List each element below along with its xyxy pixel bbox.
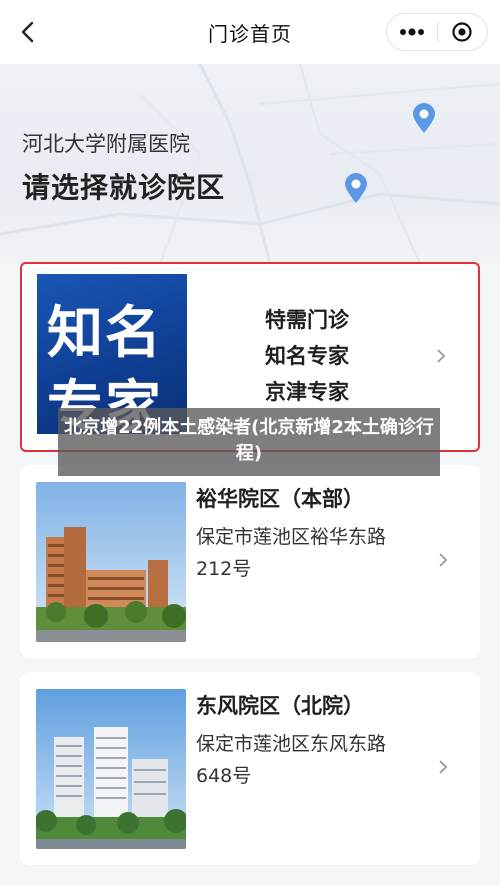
service-list: 特需门诊 知名专家 京津专家 xyxy=(265,302,349,410)
more-dots-icon xyxy=(399,28,424,36)
map-pin-icon xyxy=(345,173,367,203)
back-button[interactable] xyxy=(14,18,42,46)
campus-building-image xyxy=(36,689,186,849)
news-caption-overlay: 北京增22例本土感染者(北京新增2本土确诊行程) xyxy=(58,408,440,476)
campus-building-image xyxy=(36,482,186,642)
service-item: 京津专家 xyxy=(265,380,349,404)
mini-program-capsule xyxy=(386,13,488,51)
page-title: 门诊首页 xyxy=(208,21,292,46)
campus-card[interactable]: 东风院区（北院） 保定市莲池区东风东路648号 xyxy=(20,672,480,865)
campus-name: 东风院区（北院） xyxy=(196,694,364,718)
banner-title: 请选择就诊院区 xyxy=(22,171,226,204)
map-background xyxy=(0,64,500,264)
map-pin-icon xyxy=(413,103,435,133)
campus-name: 裕华院区（本部） xyxy=(196,487,364,511)
chevron-right-icon xyxy=(437,349,446,363)
target-close-icon xyxy=(452,22,472,42)
more-button[interactable] xyxy=(387,28,437,36)
hospital-name: 河北大学附属医院 xyxy=(22,132,190,156)
hero-banner: 河北大学附属医院 请选择就诊院区 xyxy=(0,64,500,264)
famous-experts-image-line: 知名 xyxy=(47,301,163,366)
chevron-right-icon xyxy=(439,760,448,774)
campus-address: 保定市莲池区裕华东路212号 xyxy=(196,526,387,580)
service-item: 知名专家 xyxy=(265,344,349,368)
campus-address: 保定市莲池区东风东路648号 xyxy=(196,733,387,787)
close-button[interactable] xyxy=(437,21,487,43)
chevron-right-icon xyxy=(439,553,448,567)
campus-card[interactable]: 裕华院区（本部） 保定市莲池区裕华东路212号 xyxy=(20,465,480,658)
service-item: 特需门诊 xyxy=(265,308,349,332)
chevron-left-icon xyxy=(21,21,34,43)
navigation-bar: 门诊首页 xyxy=(0,0,500,64)
